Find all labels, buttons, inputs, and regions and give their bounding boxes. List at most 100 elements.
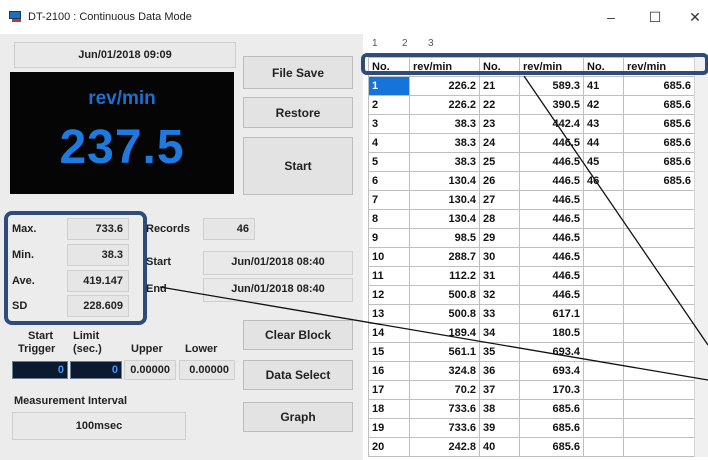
- cell-rev-min[interactable]: [623, 437, 695, 457]
- cell-rev-min[interactable]: 38.3: [409, 114, 480, 134]
- cell-rev-min[interactable]: 446.5: [519, 209, 584, 229]
- cell-record-no[interactable]: 38: [479, 399, 520, 419]
- cell-rev-min[interactable]: 685.6: [519, 399, 584, 419]
- cell-record-no[interactable]: 8: [368, 209, 410, 229]
- graph-button[interactable]: Graph: [243, 402, 353, 432]
- cell-record-no[interactable]: [583, 323, 624, 343]
- table-row[interactable]: 6 130.4 26 446.5 46 685.6: [368, 171, 695, 191]
- table-row[interactable]: 7 130.4 27 446.5: [368, 190, 695, 210]
- cell-record-no[interactable]: [583, 418, 624, 438]
- cell-record-no[interactable]: 35: [479, 342, 520, 362]
- cell-record-no[interactable]: 26: [479, 171, 520, 191]
- cell-record-no[interactable]: 9: [368, 228, 410, 248]
- cell-rev-min[interactable]: 130.4: [409, 190, 480, 210]
- cell-rev-min[interactable]: 500.8: [409, 304, 480, 324]
- cell-record-no[interactable]: 33: [479, 304, 520, 324]
- cell-rev-min[interactable]: 693.4: [519, 361, 584, 381]
- start-button[interactable]: Start: [243, 137, 353, 195]
- cell-rev-min[interactable]: 685.6: [623, 95, 695, 115]
- cell-record-no[interactable]: 2: [368, 95, 410, 115]
- cell-record-no[interactable]: 7: [368, 190, 410, 210]
- cell-rev-min[interactable]: 446.5: [519, 285, 584, 305]
- cell-rev-min[interactable]: 112.2: [409, 266, 480, 286]
- cell-rev-min[interactable]: 446.5: [519, 228, 584, 248]
- data-select-button[interactable]: Data Select: [243, 360, 353, 390]
- cell-record-no[interactable]: 39: [479, 418, 520, 438]
- cell-record-no[interactable]: [583, 399, 624, 419]
- table-row[interactable]: 14 189.4 34 180.5: [368, 323, 695, 343]
- cell-record-no[interactable]: [583, 380, 624, 400]
- table-row[interactable]: 10 288.7 30 446.5: [368, 247, 695, 267]
- cell-rev-min[interactable]: [623, 342, 695, 362]
- cell-record-no[interactable]: 28: [479, 209, 520, 229]
- table-row[interactable]: 12 500.8 32 446.5: [368, 285, 695, 305]
- cell-rev-min[interactable]: 685.6: [519, 418, 584, 438]
- cell-rev-min[interactable]: 685.6: [519, 437, 584, 457]
- cell-rev-min[interactable]: 446.5: [519, 133, 584, 153]
- cell-record-no[interactable]: 16: [368, 361, 410, 381]
- cell-rev-min[interactable]: 288.7: [409, 247, 480, 267]
- cell-rev-min[interactable]: [623, 247, 695, 267]
- cell-record-no[interactable]: 36: [479, 361, 520, 381]
- cell-rev-min[interactable]: 38.3: [409, 152, 480, 172]
- close-icon[interactable]: ✕: [681, 7, 708, 27]
- cell-rev-min[interactable]: 324.8: [409, 361, 480, 381]
- cell-record-no[interactable]: [583, 361, 624, 381]
- cell-rev-min[interactable]: 170.3: [519, 380, 584, 400]
- restore-button[interactable]: Restore: [243, 97, 353, 128]
- table-scrollbar[interactable]: [694, 57, 708, 457]
- cell-rev-min[interactable]: 226.2: [409, 95, 480, 115]
- table-row[interactable]: 9 98.5 29 446.5: [368, 228, 695, 248]
- table-row[interactable]: 4 38.3 24 446.5 44 685.6: [368, 133, 695, 153]
- cell-rev-min[interactable]: 561.1: [409, 342, 480, 362]
- cell-record-no[interactable]: 18: [368, 399, 410, 419]
- cell-rev-min[interactable]: [623, 209, 695, 229]
- cell-rev-min[interactable]: [623, 380, 695, 400]
- cell-rev-min[interactable]: [623, 285, 695, 305]
- cell-rev-min[interactable]: 242.8: [409, 437, 480, 457]
- cell-rev-min[interactable]: 685.6: [623, 76, 695, 96]
- cell-record-no[interactable]: [583, 304, 624, 324]
- cell-rev-min[interactable]: 180.5: [519, 323, 584, 343]
- table-row[interactable]: 13 500.8 33 617.1: [368, 304, 695, 324]
- cell-rev-min[interactable]: 70.2: [409, 380, 480, 400]
- cell-record-no[interactable]: 4: [368, 133, 410, 153]
- cell-record-no[interactable]: 43: [583, 114, 624, 134]
- file-save-button[interactable]: File Save: [243, 56, 353, 89]
- cell-rev-min[interactable]: 226.2: [409, 76, 480, 96]
- table-row[interactable]: 18 733.6 38 685.6: [368, 399, 695, 419]
- table-row[interactable]: 16 324.8 36 693.4: [368, 361, 695, 381]
- maximize-icon[interactable]: ☐: [641, 7, 669, 27]
- cell-record-no[interactable]: 32: [479, 285, 520, 305]
- cell-record-no[interactable]: [583, 228, 624, 248]
- table-row[interactable]: 5 38.3 25 446.5 45 685.6: [368, 152, 695, 172]
- cell-record-no[interactable]: 34: [479, 323, 520, 343]
- cell-record-no[interactable]: 41: [583, 76, 624, 96]
- cell-rev-min[interactable]: [623, 228, 695, 248]
- cell-record-no[interactable]: 14: [368, 323, 410, 343]
- cell-record-no[interactable]: 20: [368, 437, 410, 457]
- cell-record-no[interactable]: 44: [583, 133, 624, 153]
- cell-record-no[interactable]: 12: [368, 285, 410, 305]
- cell-rev-min[interactable]: 38.3: [409, 133, 480, 153]
- cell-record-no[interactable]: 6: [368, 171, 410, 191]
- cell-record-no[interactable]: 30: [479, 247, 520, 267]
- cell-record-no[interactable]: [583, 285, 624, 305]
- start-trigger-input[interactable]: 0: [12, 361, 68, 379]
- cell-rev-min[interactable]: 130.4: [409, 171, 480, 191]
- cell-rev-min[interactable]: 390.5: [519, 95, 584, 115]
- cell-rev-min[interactable]: 446.5: [519, 171, 584, 191]
- limit-input[interactable]: 0: [70, 361, 122, 379]
- cell-record-no[interactable]: 37: [479, 380, 520, 400]
- cell-rev-min[interactable]: 500.8: [409, 285, 480, 305]
- cell-record-no[interactable]: 45: [583, 152, 624, 172]
- cell-record-no[interactable]: 1: [368, 76, 410, 96]
- cell-rev-min[interactable]: 189.4: [409, 323, 480, 343]
- cell-record-no[interactable]: 27: [479, 190, 520, 210]
- cell-rev-min[interactable]: [623, 266, 695, 286]
- cell-record-no[interactable]: 3: [368, 114, 410, 134]
- cell-rev-min[interactable]: 617.1: [519, 304, 584, 324]
- cell-rev-min[interactable]: 685.6: [623, 133, 695, 153]
- clear-block-button[interactable]: Clear Block: [243, 320, 353, 350]
- cell-record-no[interactable]: 29: [479, 228, 520, 248]
